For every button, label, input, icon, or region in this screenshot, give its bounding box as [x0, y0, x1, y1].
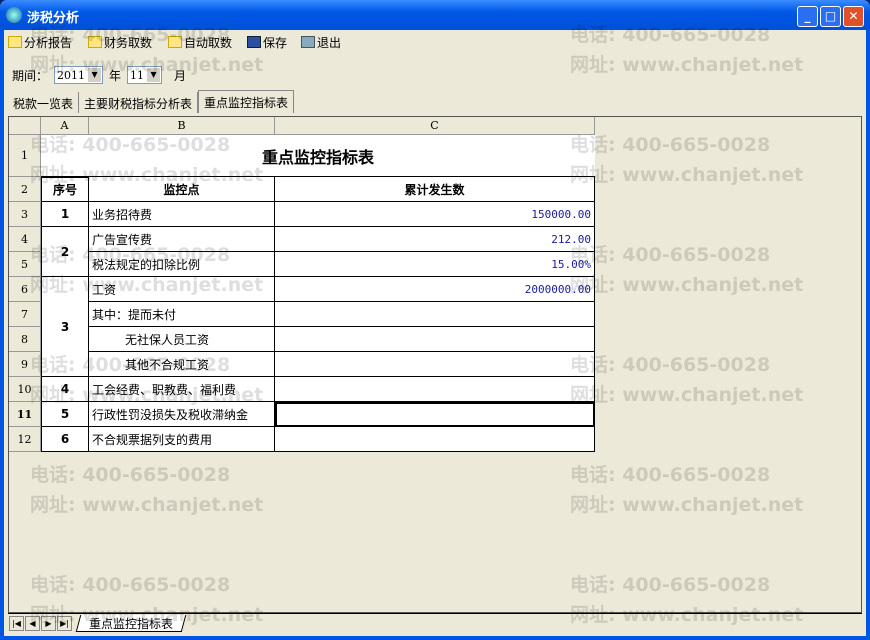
chevron-down-icon: ▼ — [87, 67, 103, 83]
monitor-point: 无社保人员工资 — [89, 327, 275, 352]
row-header-11[interactable]: 11 — [9, 402, 41, 427]
cumulative-value[interactable] — [275, 377, 595, 402]
row-number: 6 — [41, 427, 89, 452]
cumulative-value[interactable]: 2000000.00 — [275, 277, 595, 302]
row-header-7[interactable]: 7 — [9, 302, 41, 327]
monitor-point: 工资 — [89, 277, 275, 302]
header-value: 累计发生数 — [275, 177, 595, 202]
chevron-down-icon: ▼ — [146, 67, 162, 83]
sheet-tab-bar: |◀ ◀ ▶ ▶| 重点监控指标表 — [8, 613, 862, 632]
monitor-point: 业务招待费 — [89, 202, 275, 227]
maximize-button[interactable]: □ — [820, 6, 841, 27]
monitor-point: 税法规定的扣除比例 — [89, 252, 275, 277]
fetch-label: 财务取数 — [104, 35, 153, 50]
period-label: 期间： — [12, 68, 49, 83]
header-no: 序号 — [41, 177, 89, 202]
row-header-9[interactable]: 9 — [9, 352, 41, 377]
report-button[interactable]: 分析报告 — [8, 33, 72, 51]
monitor-point: 不合规票据列支的费用 — [89, 427, 275, 452]
auto-fetch-icon — [168, 36, 182, 48]
auto-fetch-button[interactable]: 自动取数 — [168, 33, 232, 51]
report-icon — [8, 36, 22, 48]
monitor-point: 其他不合规工资 — [89, 352, 275, 377]
row-header-2[interactable]: 2 — [9, 177, 41, 202]
row-number: 1 — [41, 202, 89, 227]
monitor-point: 广告宣传费 — [89, 227, 275, 252]
next-sheet-button[interactable]: ▶ — [41, 615, 56, 631]
cumulative-value[interactable] — [275, 427, 595, 452]
last-sheet-button[interactable]: ▶| — [57, 615, 72, 631]
app-window: 涉税分析 _ □ ✕ 分析报告 财务取数 自动取数 保存 退出 期间： 2011… — [0, 0, 870, 640]
cumulative-value[interactable] — [275, 352, 595, 377]
save-label: 保存 — [263, 35, 288, 50]
year-select[interactable]: 2011 ▼ — [54, 66, 104, 84]
row-header-4[interactable]: 4 — [9, 227, 41, 252]
header-point: 监控点 — [89, 177, 275, 202]
row-header-1[interactable]: 1 — [9, 135, 41, 177]
minimize-button[interactable]: _ — [797, 6, 818, 27]
column-header-C[interactable]: C — [275, 117, 595, 135]
tab-tax-overview[interactable]: 税款一览表 — [8, 92, 80, 113]
auto-fetch-label: 自动取数 — [184, 35, 233, 50]
year-unit: 年 — [109, 68, 122, 83]
row-header-3[interactable]: 3 — [9, 202, 41, 227]
prev-sheet-button[interactable]: ◀ — [25, 615, 40, 631]
exit-label: 退出 — [317, 35, 342, 50]
period-bar: 期间： 2011 ▼ 年 11 ▼ 月 — [12, 66, 186, 84]
row-number: 5 — [41, 402, 89, 427]
cumulative-value[interactable] — [275, 327, 595, 352]
client-area: 分析报告 财务取数 自动取数 保存 退出 期间： 2011 ▼ 年 11 ▼ 月 税… — [4, 30, 866, 636]
row-header-8[interactable]: 8 — [9, 327, 41, 352]
save-icon — [247, 36, 261, 48]
app-icon — [6, 7, 22, 23]
row-number: 2 — [41, 227, 89, 277]
sheet-tab-active[interactable]: 重点监控指标表 — [75, 614, 187, 632]
row-number: 3 — [41, 277, 89, 377]
cumulative-value[interactable] — [275, 402, 595, 427]
tab-bar: 税款一览表 主要财税指标分析表 重点监控指标表 — [8, 90, 295, 113]
close-button[interactable]: ✕ — [843, 6, 864, 27]
month-select[interactable]: 11 ▼ — [127, 66, 163, 84]
first-sheet-button[interactable]: |◀ — [9, 615, 24, 631]
select-all-corner[interactable] — [9, 117, 41, 135]
cumulative-value[interactable]: 212.00 — [275, 227, 595, 252]
title-bar: 涉税分析 _ □ ✕ — [0, 0, 870, 30]
exit-button[interactable]: 退出 — [301, 33, 341, 51]
tab-main-indicators[interactable]: 主要财税指标分析表 — [79, 92, 199, 113]
row-header-6[interactable]: 6 — [9, 277, 41, 302]
window-title: 涉税分析 — [27, 11, 80, 26]
report-label: 分析报告 — [24, 35, 73, 50]
cumulative-value[interactable]: 15.00% — [275, 252, 595, 277]
row-header-12[interactable]: 12 — [9, 427, 41, 452]
save-button[interactable]: 保存 — [247, 33, 287, 51]
month-unit: 月 — [174, 68, 187, 83]
column-header-B[interactable]: B — [89, 117, 275, 135]
month-value: 11 — [130, 68, 145, 82]
cumulative-value[interactable] — [275, 302, 595, 327]
sheet-title: 重点监控指标表 — [41, 135, 595, 177]
sheet-tab-label: 重点监控指标表 — [89, 616, 174, 631]
row-number: 4 — [41, 377, 89, 402]
row-header-5[interactable]: 5 — [9, 252, 41, 277]
fetch-button[interactable]: 财务取数 — [88, 33, 152, 51]
column-header-A[interactable]: A — [41, 117, 89, 135]
monitor-point: 工会经费、职教费、福利费 — [89, 377, 275, 402]
monitor-point: 行政性罚没损失及税收滞纳金 — [89, 402, 275, 427]
year-value: 2011 — [57, 68, 86, 82]
spreadsheet-grid[interactable]: A B C 1 2 3 4 5 6 7 8 9 10 11 12 重点监控指标表 序号 监控点 累计发生数 1 业务招待… — [8, 116, 862, 613]
exit-icon — [301, 36, 315, 48]
row-header-10[interactable]: 10 — [9, 377, 41, 402]
tab-key-monitoring[interactable]: 重点监控指标表 — [198, 90, 295, 113]
monitor-point: 其中：提而未付 — [89, 302, 275, 327]
fetch-icon — [88, 36, 102, 48]
cumulative-value[interactable]: 150000.00 — [275, 202, 595, 227]
